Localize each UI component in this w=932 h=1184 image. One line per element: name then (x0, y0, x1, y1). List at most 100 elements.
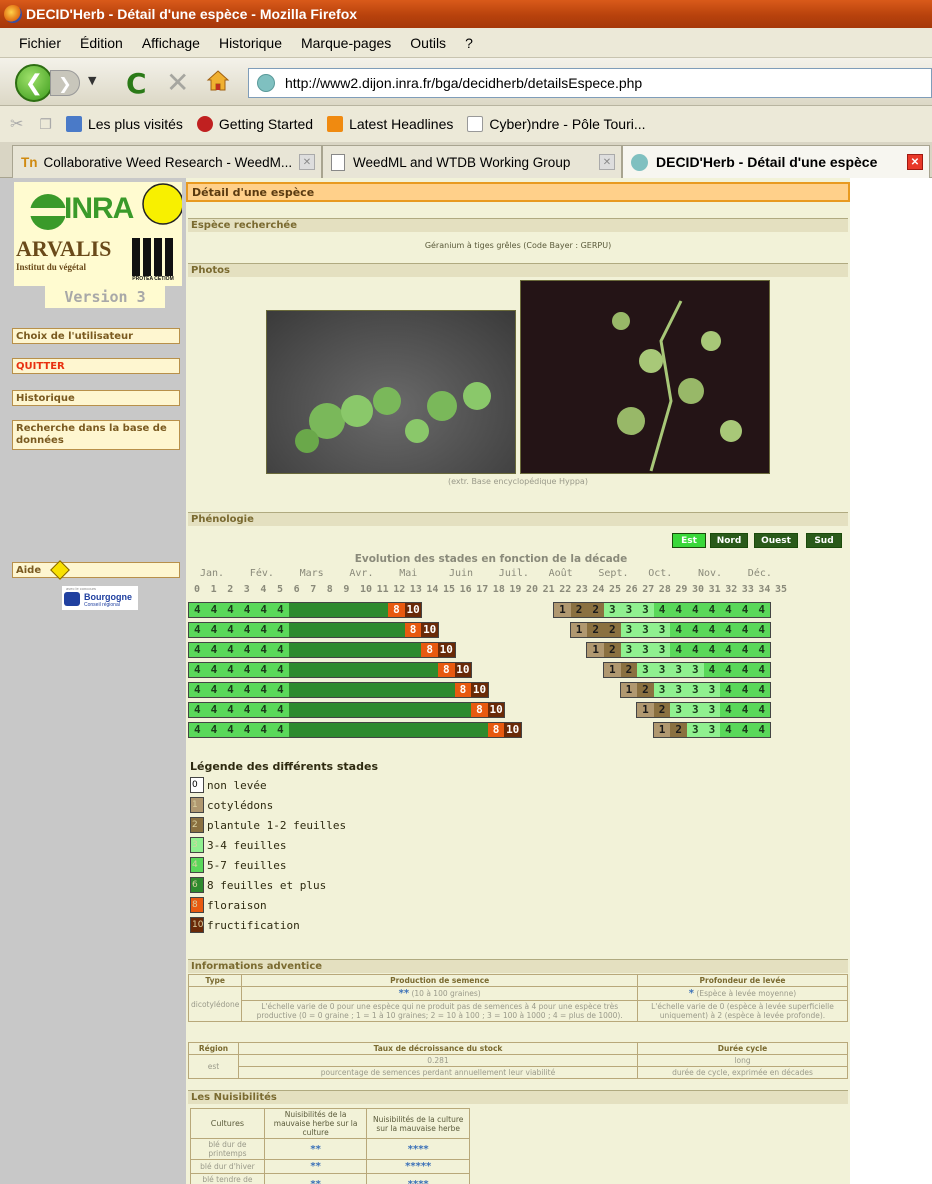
legend-swatch: 3 (190, 837, 204, 853)
phenology-cell: 3 (637, 663, 654, 677)
close-tab-icon[interactable]: ✕ (907, 154, 923, 170)
decade-label: 32 (725, 584, 738, 595)
menu-help[interactable]: ? (465, 35, 473, 51)
bookmark-getting-started[interactable]: Getting Started (196, 116, 313, 132)
phenology-cell: 3 (653, 623, 671, 637)
phenology-cell: 3 (653, 683, 671, 697)
info-prod-value: ** (10 à 100 graines) (241, 986, 638, 1001)
stock-duree: long (637, 1054, 848, 1067)
phenology-cell: 4 (272, 703, 289, 717)
menu-fichier[interactable]: Fichier (19, 35, 61, 51)
phenology-cell: 6 (321, 683, 339, 697)
phenology-cell: 6 (404, 683, 422, 697)
section-informations: Informations adventice (188, 959, 848, 973)
menu-marque-pages[interactable]: Marque-pages (301, 35, 391, 51)
phenology-cell: 6 (371, 623, 389, 637)
phenology-cell: 1 (620, 683, 638, 697)
site-favicon (631, 153, 648, 171)
tab-decidherb[interactable]: DECID'Herb - Détail d'une espèce ✕ (622, 145, 930, 178)
phenology-cell: 4 (686, 603, 704, 617)
legend-item: 2 plantule 1-2 feuilles (190, 816, 346, 834)
info-prod-header: Production de semence (241, 974, 638, 987)
phenology-cell: 3 (603, 603, 621, 617)
phenology-cell: 4 (189, 623, 206, 637)
phenology-cell: 4 (272, 603, 289, 617)
bookmark-cyberndre[interactable]: Cyber)ndre - Pôle Touri... (467, 116, 646, 132)
decade-label: 5 (277, 584, 284, 595)
phenology-cell: 4 (222, 603, 239, 617)
back-button[interactable]: ❮ (15, 64, 53, 102)
copy-icon[interactable]: ❐ (39, 116, 52, 133)
nav-quitter[interactable]: QUITTER (12, 358, 180, 374)
reload-icon[interactable]: C (126, 67, 147, 100)
phenology-cell: 3 (686, 703, 704, 717)
info-prof-desc: L'échelle varie de 0 (espèce à levée sup… (637, 1000, 848, 1022)
phenology-cell: 1 (587, 643, 604, 657)
phenology-row-autumn: 1233334444 (603, 662, 771, 678)
table-row: blé tendre de printemps ** **** (190, 1173, 470, 1184)
info-table: Type Production de semence Profondeur de… (187, 974, 848, 1022)
phenology-cell: 10 (504, 723, 521, 737)
phenology-cell: 3 (703, 703, 721, 717)
menu-historique[interactable]: Historique (219, 35, 282, 51)
region-est-button[interactable]: Est (672, 533, 706, 548)
decade-label: 30 (692, 584, 705, 595)
tab-working-group[interactable]: WeedML and WTDB Working Group ✕ (322, 145, 622, 178)
phenology-cell: 4 (222, 683, 239, 697)
phenology-cell: 4 (753, 663, 770, 677)
nav-choix-utilisateur[interactable]: Choix de l'utilisateur (12, 328, 180, 344)
phenology-cell: 4 (238, 623, 256, 637)
decade-label: 31 (708, 584, 721, 595)
forward-button[interactable]: ❯ (50, 70, 80, 96)
close-tab-icon[interactable]: ✕ (599, 154, 615, 170)
decade-label: 7 (310, 584, 317, 595)
phenology-cell: 6 (288, 683, 306, 697)
photo-flowering (520, 280, 770, 474)
phenology-cell: 2 (587, 623, 604, 637)
phenology-cell: 3 (620, 643, 638, 657)
stop-icon[interactable]: ✕ (166, 66, 189, 99)
help-icon[interactable] (50, 560, 70, 580)
phenology-cell: 2 (653, 703, 671, 717)
species-name: Géranium à tiges grêles (Code Bayer : GE… (424, 241, 612, 250)
phenology-row-autumn: 1233444 (652, 722, 771, 738)
home-icon[interactable] (206, 69, 230, 93)
menu-outils[interactable]: Outils (410, 35, 446, 51)
bookmark-latest-headlines[interactable]: Latest Headlines (327, 116, 453, 132)
menu-affichage[interactable]: Affichage (142, 35, 200, 51)
month-label: Mars (299, 568, 324, 579)
tab-weedml[interactable]: Tn Collaborative Weed Research - WeedM..… (12, 145, 322, 178)
phenology-cell: 4 (255, 643, 272, 657)
stock-region-header: Région (188, 1042, 239, 1055)
nav-aide[interactable]: Aide (12, 560, 180, 580)
phenology-cell: 6 (321, 603, 339, 617)
phenology-cell: 4 (255, 703, 272, 717)
decade-label: 24 (592, 584, 605, 595)
page-icon (331, 153, 345, 171)
phenology-cell: 4 (205, 643, 223, 657)
cut-icon[interactable]: ✂ (10, 114, 23, 134)
phenology-cell: 1 (570, 623, 588, 637)
phenology-cell: 6 (321, 623, 339, 637)
prod-stars: ** (398, 988, 410, 999)
phenology-cell: 4 (736, 663, 754, 677)
nav-historique[interactable]: Historique (12, 390, 180, 406)
menu-edition[interactable]: Édition (80, 35, 123, 51)
phenology-cell: 6 (371, 663, 389, 677)
decade-label: 18 (492, 584, 505, 595)
month-labels: Jan. Fév. Mars Avr. Mai Juin Juil. Août Sept. Oct… (186, 568, 796, 582)
history-dropdown-icon[interactable]: ▼ (88, 74, 96, 87)
legend-swatch: 6 (190, 877, 204, 893)
phenology-cell: 4 (653, 603, 671, 617)
bookmark-plus-visites[interactable]: Les plus visités (65, 116, 183, 132)
table-row: blé dur de printemps ** **** (190, 1138, 470, 1160)
decade-label: 27 (642, 584, 655, 595)
close-tab-icon[interactable]: ✕ (299, 154, 315, 170)
phenology-cell: 4 (753, 683, 770, 697)
url-bar[interactable]: http://www2.dijon.inra.fr/bga/decidherb/… (248, 68, 932, 98)
phenology-cell: 8 (421, 643, 438, 657)
nav-recherche[interactable]: Recherche dans la base de données (12, 420, 180, 450)
region-ouest-button[interactable]: Ouest (754, 533, 798, 548)
region-sud-button[interactable]: Sud (806, 533, 842, 548)
region-nord-button[interactable]: Nord (710, 533, 748, 548)
